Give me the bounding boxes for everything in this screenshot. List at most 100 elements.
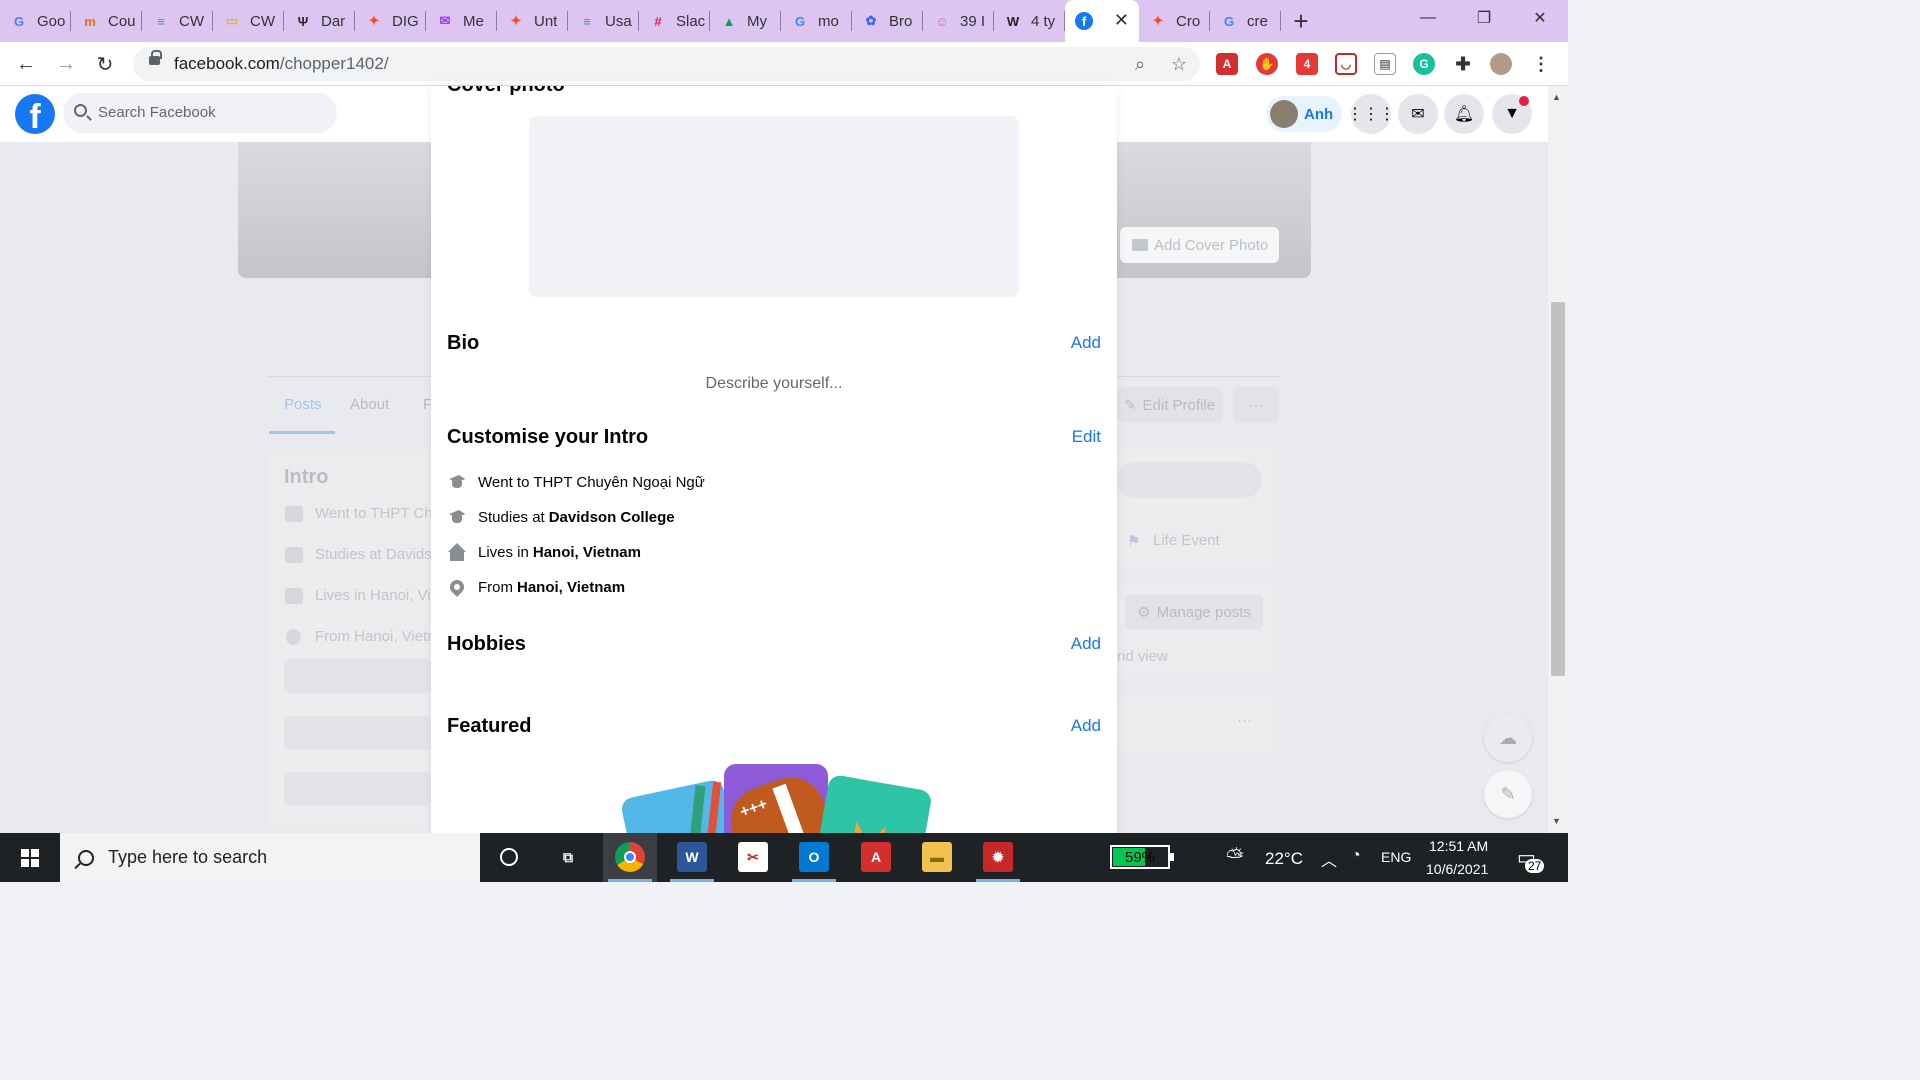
bio-placeholder[interactable]: Describe yourself... bbox=[431, 375, 1117, 393]
chrome-taskbar-icon[interactable] bbox=[615, 842, 645, 872]
notifications-bell-icon[interactable]: 🔔︎ bbox=[1444, 94, 1484, 134]
grid-view-label[interactable]: rid view bbox=[1117, 648, 1168, 665]
outlook-taskbar-icon[interactable]: O bbox=[799, 842, 829, 872]
address-bar[interactable]: facebook.com/chopper1402/ ⌕ ☆ bbox=[133, 47, 1200, 81]
wifi-icon[interactable]: ◔ bbox=[1351, 847, 1361, 865]
edit-intro-button[interactable]: Edit bbox=[1072, 427, 1101, 447]
contacts-float-icon[interactable]: ☁ bbox=[1484, 714, 1532, 762]
cortana-icon[interactable] bbox=[494, 842, 524, 872]
browser-tab[interactable]: # Slac bbox=[639, 0, 710, 42]
tab-label: CW bbox=[250, 12, 275, 30]
browser-tab[interactable]: G Goo bbox=[0, 0, 71, 42]
battery-percent: 59% bbox=[1124, 849, 1156, 866]
acrobat-taskbar-icon[interactable]: A bbox=[861, 842, 891, 872]
windows-taskbar: Type here to search ⧉ W ✂ O A ▬ ✹ 59% ⛅︎… bbox=[0, 833, 1568, 882]
page-extension-icon[interactable]: ▤ bbox=[1374, 53, 1396, 75]
slack-icon: # bbox=[654, 13, 662, 29]
browser-tab[interactable]: ≡ CW bbox=[142, 0, 213, 42]
bookmark-star-icon[interactable]: ☆ bbox=[1167, 52, 1191, 76]
google-icon: G bbox=[13, 13, 25, 29]
browser-tab[interactable]: ▲ My bbox=[710, 0, 781, 42]
chrome-menu-icon[interactable]: ⋮ bbox=[1530, 53, 1552, 75]
page-scrollbar[interactable]: ▲ ▼ bbox=[1548, 86, 1568, 833]
edit-profile-button[interactable]: ✎ Edit Profile bbox=[1117, 387, 1222, 423]
browser-tab[interactable]: ▭ CW bbox=[213, 0, 284, 42]
close-tab-icon[interactable]: ✕ bbox=[1114, 10, 1129, 31]
profile-chip[interactable]: Anh bbox=[1266, 96, 1342, 132]
browser-tab[interactable]: W 4 ty bbox=[994, 0, 1065, 42]
browser-tab[interactable]: ✿ Bro bbox=[852, 0, 923, 42]
add-bio-button[interactable]: Add bbox=[1071, 333, 1101, 353]
browser-tab[interactable]: Gmo bbox=[781, 0, 852, 42]
intro-bg-from: From Hanoi, Vietn bbox=[315, 628, 436, 645]
word-taskbar-icon[interactable]: W bbox=[677, 842, 707, 872]
grammarly-extension-icon[interactable]: G bbox=[1413, 53, 1435, 75]
tab-label: Bro bbox=[889, 12, 913, 30]
minimize-button[interactable]: — bbox=[1400, 0, 1456, 36]
intro-item-college: Studies at Davidson College bbox=[447, 505, 675, 529]
facebook-logo[interactable]: f bbox=[15, 94, 55, 134]
tab-posts[interactable]: Posts bbox=[284, 396, 322, 413]
reload-button[interactable]: ↻ bbox=[91, 50, 119, 78]
back-button[interactable]: ← bbox=[12, 50, 40, 78]
scroll-up-icon[interactable]: ▲ bbox=[1552, 92, 1561, 102]
extension-badge-icon[interactable]: 4 bbox=[1296, 53, 1318, 75]
menu-grid-icon[interactable]: ⋮⋮⋮ bbox=[1347, 94, 1395, 134]
search-placeholder: Search Facebook bbox=[98, 104, 216, 121]
post-more-icon[interactable]: ··· bbox=[1237, 712, 1252, 729]
new-tab-button[interactable]: + bbox=[1281, 0, 1321, 42]
browser-tab[interactable]: m Cou bbox=[71, 0, 142, 42]
temperature[interactable]: 22°C bbox=[1265, 849, 1303, 869]
forward-button[interactable]: → bbox=[52, 50, 80, 78]
browser-tab[interactable]: ✦ Cro bbox=[1139, 0, 1210, 42]
puzzle-extensions-icon[interactable]: ✚ bbox=[1452, 53, 1474, 75]
lock-icon[interactable] bbox=[149, 50, 162, 65]
add-hobbies-button[interactable]: Add bbox=[1071, 634, 1101, 654]
add-featured-button[interactable]: Add bbox=[1071, 716, 1101, 736]
start-button[interactable] bbox=[0, 833, 60, 882]
profile-avatar[interactable] bbox=[1490, 53, 1512, 75]
zoom-icon[interactable]: ⌕ bbox=[1128, 52, 1152, 76]
adblock-extension-icon[interactable]: ✋ bbox=[1256, 53, 1278, 75]
task-view-icon[interactable]: ⧉ bbox=[553, 842, 583, 872]
weather-cloud-icon[interactable]: ⛅︎ bbox=[1226, 844, 1244, 870]
taskbar-search-input[interactable]: Type here to search bbox=[60, 833, 480, 882]
pocket-extension-icon[interactable]: ◡ bbox=[1335, 53, 1357, 75]
scroll-down-icon[interactable]: ▼ bbox=[1552, 816, 1561, 826]
tab-about[interactable]: About bbox=[350, 396, 389, 413]
browser-tab[interactable]: ☺ 39 I bbox=[923, 0, 994, 42]
browser-tab[interactable]: ✉ Me bbox=[426, 0, 497, 42]
post-card-bg bbox=[1117, 694, 1279, 752]
gear-icon: ⚙ bbox=[1137, 604, 1151, 621]
close-window-button[interactable]: ✕ bbox=[1512, 0, 1568, 36]
tab-label: Dar bbox=[321, 12, 346, 30]
browser-tab[interactable]: Ψ Dar bbox=[284, 0, 355, 42]
add-cover-photo-button[interactable]: Add Cover Photo bbox=[1120, 227, 1279, 263]
file-explorer-taskbar-icon[interactable]: ▬ bbox=[922, 842, 952, 872]
clock-time[interactable]: 12:51 AM bbox=[1429, 838, 1488, 854]
facebook-search-input[interactable]: Search Facebook bbox=[63, 93, 337, 133]
acrobat-extension-icon[interactable]: A bbox=[1216, 53, 1238, 75]
battery-indicator[interactable]: 59% bbox=[1110, 845, 1174, 869]
url-text[interactable]: facebook.com/chopper1402/ bbox=[174, 54, 389, 74]
new-message-icon[interactable]: ✎ bbox=[1484, 770, 1532, 818]
show-hidden-icons-chevron-icon[interactable]: ︿ bbox=[1321, 847, 1337, 871]
browser-tab[interactable]: ✦ Unt bbox=[497, 0, 568, 42]
messenger-icon[interactable]: ✉ bbox=[1398, 94, 1438, 134]
browser-tab[interactable]: Gcre bbox=[1210, 0, 1281, 42]
browser-tab[interactable]: ✦ DIG bbox=[355, 0, 426, 42]
manage-posts-button[interactable]: ⚙ Manage posts bbox=[1125, 594, 1263, 630]
search-icon bbox=[74, 104, 87, 117]
scrollbar-thumb[interactable] bbox=[1551, 302, 1565, 676]
hobbies-heading: Hobbies bbox=[447, 633, 526, 655]
restore-button[interactable]: ❐ bbox=[1456, 0, 1512, 36]
clock-date[interactable]: 10/6/2021 bbox=[1426, 861, 1488, 877]
profile-more-button[interactable]: ··· bbox=[1233, 387, 1279, 423]
language-indicator[interactable]: ENG bbox=[1381, 849, 1411, 865]
snipping-taskbar-icon[interactable]: ✂ bbox=[738, 842, 768, 872]
app-taskbar-icon[interactable]: ✹ bbox=[983, 842, 1013, 872]
browser-tab[interactable]: f ✕ bbox=[1065, 0, 1139, 42]
add-featured-bar-bg bbox=[284, 772, 431, 806]
browser-tab[interactable]: ≡ Usa bbox=[568, 0, 639, 42]
intro-item-bold: Hanoi, Vietnam bbox=[532, 543, 641, 561]
